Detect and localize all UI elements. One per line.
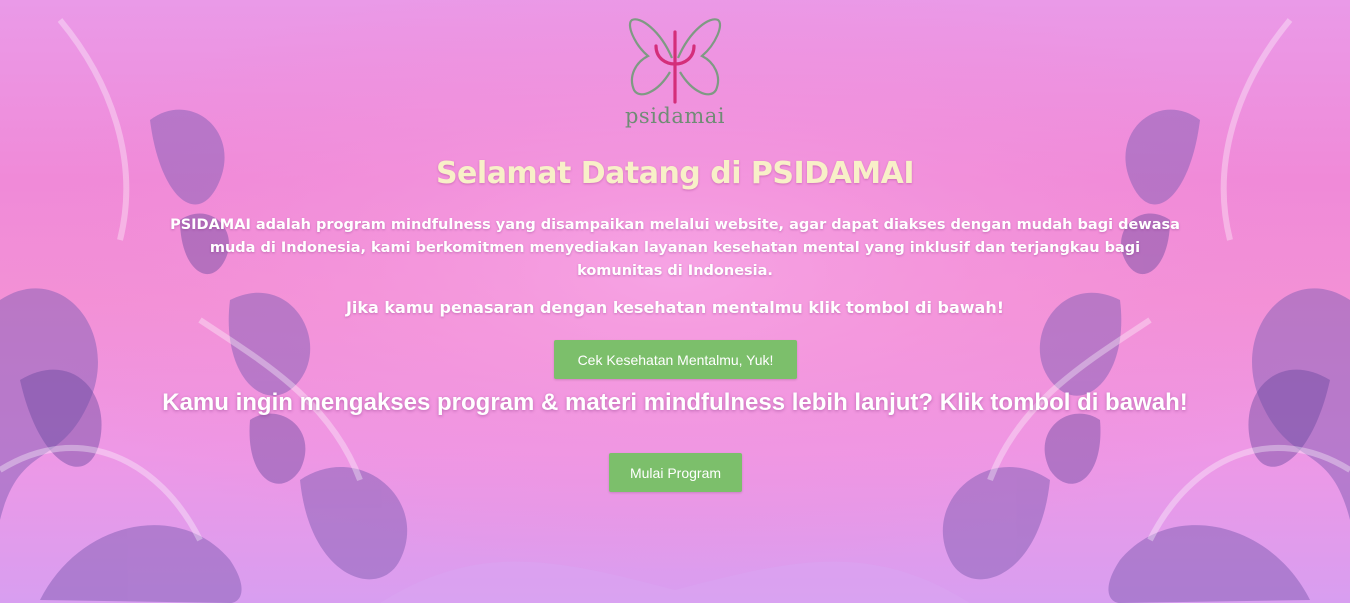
- hero-section: psidamai Selamat Datang di PSIDAMAI PSID…: [0, 0, 1350, 603]
- psidamai-logo[interactable]: psidamai: [622, 10, 728, 132]
- start-program-button[interactable]: Mulai Program: [609, 453, 742, 492]
- check-mental-health-button[interactable]: Cek Kesehatan Mentalmu, Yuk!: [554, 340, 797, 379]
- butterfly-psi-icon: [628, 18, 722, 104]
- logo-wordmark: psidamai: [624, 104, 726, 128]
- intro-description: PSIDAMAI adalah program mindfulness yang…: [170, 217, 1180, 279]
- program-prompt: Kamu ingin mengakses program & materi mi…: [162, 389, 1188, 416]
- page-title: Selamat Datang di PSIDAMAI: [435, 156, 915, 191]
- check-prompt: Jika kamu penasaran dengan kesehatan men…: [345, 298, 1005, 317]
